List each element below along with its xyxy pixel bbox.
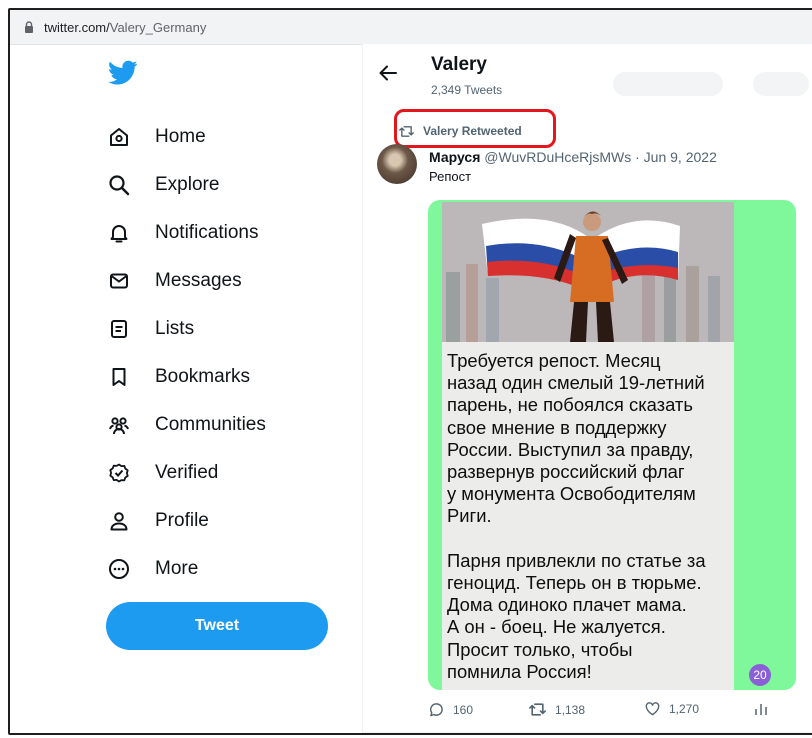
retweet-button[interactable]: 1,138	[529, 702, 585, 717]
tweet-author[interactable]: Маруся @WuvRDuHceRjsMWs · Jun 9, 2022	[429, 149, 717, 165]
header-background-shape	[753, 72, 809, 96]
address-bar[interactable]: twitter.com/Valery_Germany	[10, 10, 812, 45]
sidebar-item-communities[interactable]: Communities	[108, 405, 266, 445]
search-icon	[108, 174, 130, 196]
reply-count: 160	[453, 702, 474, 717]
like-count: 1,270	[669, 702, 700, 716]
retweet-icon	[529, 703, 546, 716]
lock-icon	[25, 21, 33, 33]
browser-window: twitter.com/Valery_Germany Home Explore …	[8, 8, 812, 735]
url-domain: twitter.com/	[44, 19, 110, 35]
sidebar-item-verified[interactable]: Verified	[108, 453, 218, 493]
verified-icon	[108, 462, 130, 484]
sidebar-item-bookmarks[interactable]: Bookmarks	[108, 357, 250, 397]
sidebar-item-messages[interactable]: Messages	[108, 261, 242, 301]
bookmark-icon	[108, 366, 130, 388]
list-icon	[108, 318, 130, 340]
reply-icon	[430, 703, 443, 717]
reply-button[interactable]: 160	[429, 702, 473, 717]
twitter-logo-icon[interactable]	[108, 60, 138, 86]
avatar[interactable]	[377, 144, 417, 184]
heart-icon	[645, 702, 660, 716]
more-icon	[108, 558, 130, 580]
flag-illustration	[442, 202, 734, 342]
tweet-text: Репост	[429, 169, 472, 184]
back-arrow-icon[interactable]	[377, 62, 399, 84]
tweet-image-text: Требуется репост. Месяц назад один смелы…	[447, 350, 706, 682]
sidebar-item-home[interactable]: Home	[108, 117, 206, 157]
sidebar-item-more[interactable]: More	[108, 549, 198, 589]
sidebar: Home Explore Notifications Messages List…	[10, 44, 366, 733]
tweet-media[interactable]: Требуется репост. Месяц назад один смелы…	[428, 200, 796, 690]
profile-header: Valery 2,349 Tweets	[363, 44, 812, 112]
profile-timeline: Valery 2,349 Tweets Valery Retweeted Мар…	[363, 44, 812, 733]
header-background-shape	[613, 72, 723, 96]
sidebar-item-notifications[interactable]: Notifications	[108, 213, 259, 253]
sidebar-item-label: Notifications	[155, 222, 259, 243]
communities-icon	[108, 414, 130, 436]
sidebar-item-label: Communities	[155, 414, 266, 435]
tweet-actions: 160 1,138 1,270	[429, 702, 812, 726]
profile-name: Valery	[431, 54, 487, 75]
url-text[interactable]: twitter.com/Valery_Germany	[44, 20, 206, 35]
sidebar-item-explore[interactable]: Explore	[108, 165, 219, 205]
sidebar-item-label: Messages	[155, 270, 242, 291]
tweet-separator	[363, 732, 812, 733]
tweet-image-illustration	[442, 202, 734, 342]
sidebar-item-label: Explore	[155, 174, 220, 195]
author-meta: @WuvRDuHceRjsMWs · Jun 9, 2022	[480, 149, 717, 165]
sidebar-item-label: Lists	[155, 318, 195, 339]
retweet-count: 1,138	[555, 702, 586, 717]
profile-icon	[108, 510, 130, 532]
sidebar-item-label: Profile	[155, 510, 209, 531]
annotation-highlight	[394, 109, 556, 148]
sidebar-item-profile[interactable]: Profile	[108, 501, 209, 541]
sidebar-item-lists[interactable]: Lists	[108, 309, 194, 349]
url-path: Valery_Germany	[109, 19, 207, 35]
home-icon	[108, 126, 130, 148]
sidebar-item-label: Bookmarks	[155, 366, 251, 387]
bell-icon	[108, 222, 130, 244]
analytics-icon	[755, 704, 767, 715]
analytics-button[interactable]	[754, 702, 768, 716]
envelope-icon	[108, 270, 130, 292]
image-count-badge: 20	[749, 664, 771, 686]
like-button[interactable]: 1,270	[645, 702, 699, 716]
tweet-count: 2,349 Tweets	[431, 83, 503, 97]
sidebar-item-label: Verified	[155, 462, 219, 483]
sidebar-item-label: Home	[155, 126, 206, 147]
tweet-image-text-card: Требуется репост. Месяц назад один смелы…	[442, 342, 734, 690]
tweet-button[interactable]: Tweet	[106, 602, 328, 650]
author-name[interactable]: Маруся	[429, 149, 480, 165]
sidebar-item-label: More	[155, 558, 199, 579]
